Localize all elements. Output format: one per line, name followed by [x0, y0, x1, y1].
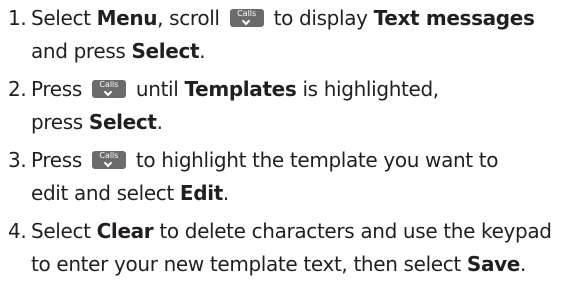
- step-4: 4. Select Clear to delete characters and…: [8, 215, 585, 281]
- step-text: .: [520, 252, 527, 276]
- text-messages-term: Text messages: [373, 6, 535, 30]
- instructions-page: 1. Select Menu, scroll Calls to display …: [0, 0, 585, 280]
- step-text: Select: [31, 6, 97, 30]
- step-text: is highlighted,: [296, 77, 439, 101]
- select-term: Select: [131, 39, 200, 63]
- step-3: 3. Press Calls to highlight the template…: [8, 144, 585, 210]
- step-2: 2. Press Calls until Templates is highli…: [8, 73, 585, 139]
- step-text: Press: [31, 148, 88, 172]
- clear-term: Clear: [96, 219, 154, 243]
- instruction-steps-list: 1. Select Menu, scroll Calls to display …: [8, 2, 585, 281]
- step-text: Press: [31, 77, 88, 101]
- step-line: Select Clear to delete characters and us…: [31, 215, 585, 248]
- select-term: Select: [88, 110, 157, 134]
- step-text: until: [129, 77, 185, 101]
- step-text: .: [156, 110, 163, 134]
- menu-term: Menu: [96, 6, 158, 30]
- step-text: to delete characters and use the keypad: [153, 219, 552, 243]
- templates-term: Templates: [184, 77, 297, 101]
- step-text: , scroll: [157, 6, 226, 30]
- step-number: 2.: [8, 77, 27, 101]
- step-line: to enter your new template text, then se…: [31, 248, 585, 281]
- step-text: to highlight the template you want to: [129, 148, 499, 172]
- step-number: 4.: [8, 219, 27, 243]
- step-line: Select Menu, scroll Calls to display Tex…: [31, 2, 585, 35]
- step-1: 1. Select Menu, scroll Calls to display …: [8, 2, 585, 68]
- step-line: press Select.: [31, 106, 585, 139]
- calls-down-key-icon: Calls: [229, 8, 264, 27]
- save-term: Save: [466, 252, 520, 276]
- step-text: and press: [31, 39, 132, 63]
- step-text: press: [31, 110, 89, 134]
- step-text: to enter your new template text, then se…: [31, 252, 467, 276]
- step-text: to display: [267, 6, 374, 30]
- step-number: 3.: [8, 148, 27, 172]
- edit-term: Edit: [179, 181, 223, 205]
- step-line: Press Calls to highlight the template yo…: [31, 144, 585, 177]
- step-line: and press Select.: [31, 35, 585, 68]
- step-text: Select: [31, 219, 97, 243]
- calls-down-key-icon: Calls: [91, 150, 126, 169]
- step-text: edit and select: [31, 181, 180, 205]
- calls-down-key-icon: Calls: [91, 79, 126, 98]
- step-number: 1.: [8, 6, 27, 30]
- step-text: .: [199, 39, 206, 63]
- step-line: Press Calls until Templates is highlight…: [31, 73, 585, 106]
- step-line: edit and select Edit.: [31, 177, 585, 210]
- step-text: .: [222, 181, 229, 205]
